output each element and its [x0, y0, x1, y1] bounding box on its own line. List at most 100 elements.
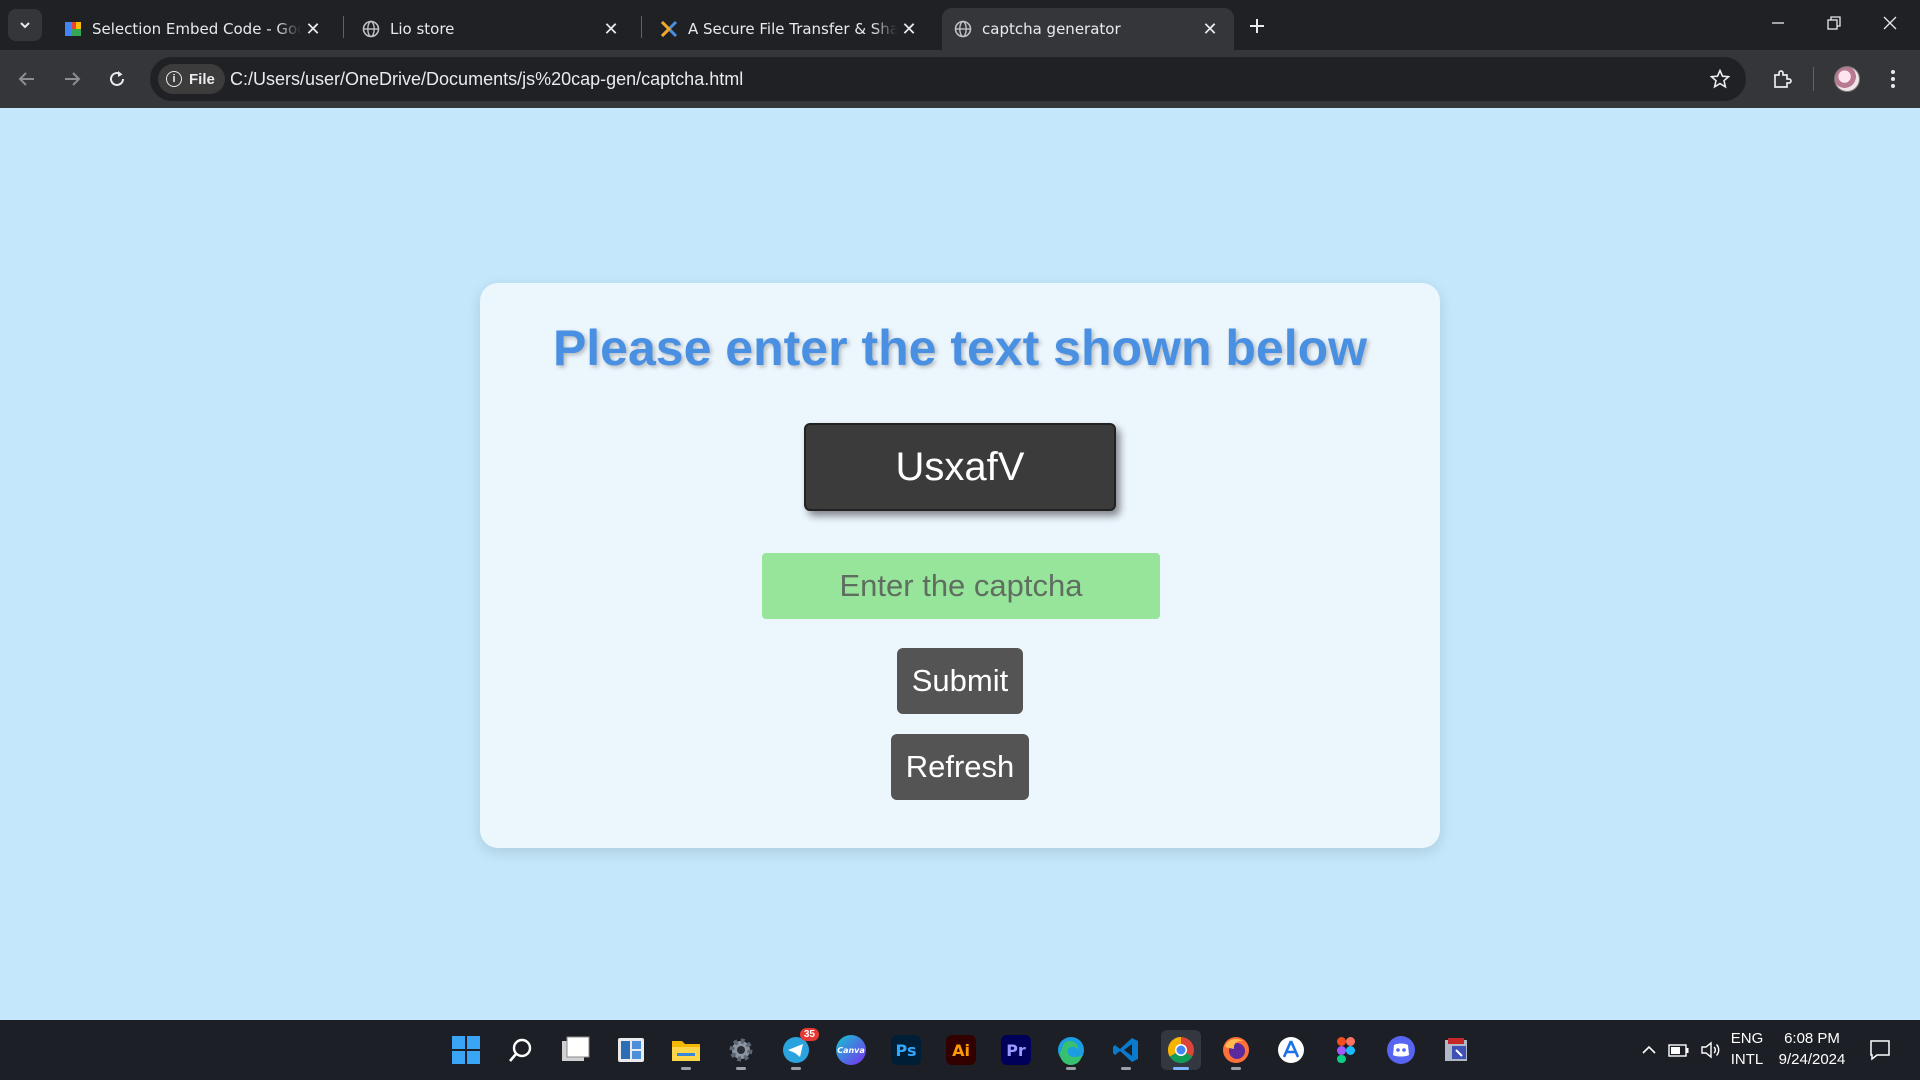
captcha-card: Please enter the text shown below UsxafV…: [480, 283, 1440, 848]
folder-icon: [672, 1041, 700, 1061]
running-indicator: [1231, 1067, 1241, 1070]
notification-center-button[interactable]: [1860, 1030, 1900, 1070]
battery-icon: [1668, 1044, 1689, 1057]
taskbar-file-explorer[interactable]: [666, 1030, 706, 1070]
tab-close-icon[interactable]: ✕: [599, 17, 623, 41]
tab-separator: [343, 16, 344, 38]
running-indicator: [1066, 1067, 1076, 1070]
task-view-icon: [562, 1036, 590, 1061]
site-info-chip[interactable]: i File: [158, 64, 225, 94]
transfer-icon: [660, 20, 678, 38]
tab-title: Selection Embed Code - Google: [92, 20, 301, 38]
taskbar-vscode[interactable]: [1106, 1030, 1146, 1070]
discord-icon: [1387, 1036, 1415, 1064]
chevron-up-icon: [1642, 1045, 1656, 1054]
browser-menu-button[interactable]: [1876, 62, 1910, 96]
taskbar-firefox[interactable]: [1216, 1030, 1256, 1070]
site-info-label: File: [189, 70, 215, 88]
restore-button[interactable]: [1806, 0, 1862, 46]
notification-badge: 35: [799, 1028, 819, 1041]
running-indicator: [736, 1067, 746, 1070]
premiere-pro-icon: Pr: [1001, 1035, 1031, 1065]
url-text[interactable]: C:/Users/user/OneDrive/Documents/js%20ca…: [230, 69, 743, 90]
taskbar-settings[interactable]: [721, 1030, 761, 1070]
search-icon: [509, 1038, 532, 1062]
tab-strip: Selection Embed Code - Google ✕ Lio stor…: [0, 0, 1920, 50]
minimize-button[interactable]: [1750, 0, 1806, 46]
page-title: Please enter the text shown below: [552, 320, 1368, 376]
captcha-input[interactable]: [762, 553, 1160, 619]
more-vertical-icon: [1891, 70, 1895, 88]
forward-button[interactable]: [55, 62, 89, 96]
edge-icon: [1058, 1037, 1084, 1065]
browser-toolbar: i File C:/Users/user/OneDrive/Documents/…: [0, 50, 1920, 108]
minimize-icon: [1772, 22, 1784, 24]
extensions-button[interactable]: [1765, 62, 1799, 96]
widgets-icon: [618, 1038, 644, 1062]
chrome-icon: [1167, 1036, 1194, 1064]
taskbar-chrome[interactable]: [1161, 1030, 1201, 1070]
tab-title: Lio store: [390, 20, 455, 38]
tab-close-icon[interactable]: ✕: [1198, 17, 1222, 41]
taskbar-premiere-pro[interactable]: Pr: [996, 1030, 1036, 1070]
new-tab-button[interactable]: [1242, 11, 1272, 41]
tab-search-button[interactable]: [8, 9, 42, 41]
widgets-button[interactable]: [611, 1030, 651, 1070]
tab-close-icon[interactable]: ✕: [301, 17, 325, 41]
captcha-display: UsxafV: [804, 423, 1116, 511]
task-view-button[interactable]: [556, 1030, 596, 1070]
illustrator-icon: Ai: [946, 1035, 976, 1065]
chevron-down-icon: [20, 22, 30, 29]
tab-lio-store[interactable]: Lio store ✕: [350, 8, 635, 50]
arrow-left-icon: [18, 72, 34, 86]
puzzle-icon: [1774, 70, 1792, 88]
vscode-icon: [1113, 1038, 1138, 1062]
clock[interactable]: 6:08 PM 9/24/2024: [1770, 1028, 1854, 1070]
notification-icon: [1870, 1040, 1890, 1061]
taskbar-search[interactable]: [501, 1030, 541, 1070]
windows-logo-icon: [452, 1036, 480, 1064]
star-icon: [1710, 69, 1730, 89]
taskbar-canva[interactable]: Canva: [831, 1030, 871, 1070]
close-icon: [1883, 16, 1897, 30]
app-store-icon: [1278, 1037, 1304, 1063]
taskbar-figma[interactable]: [1326, 1030, 1366, 1070]
tab-title: A Secure File Transfer & Share A: [688, 20, 897, 38]
taskbar-illustrator[interactable]: Ai: [941, 1030, 981, 1070]
clock-date: 9/24/2024: [1778, 1051, 1846, 1068]
submit-button[interactable]: Submit: [897, 648, 1023, 714]
google-sites-icon: [64, 20, 82, 38]
address-bar[interactable]: i File C:/Users/user/OneDrive/Documents/…: [150, 57, 1746, 101]
language-code: ENG: [1730, 1030, 1764, 1047]
plus-icon: [1250, 19, 1264, 33]
globe-icon: [954, 20, 972, 38]
back-button[interactable]: [10, 62, 44, 96]
tab-secure-file-transfer[interactable]: A Secure File Transfer & Share A ✕: [648, 8, 933, 50]
running-indicator: [681, 1067, 691, 1070]
tab-title: captcha generator: [982, 20, 1121, 38]
refresh-button[interactable]: Refresh: [891, 734, 1029, 800]
start-button[interactable]: [446, 1030, 486, 1070]
input-language-indicator[interactable]: ENG INTL: [1726, 1028, 1768, 1070]
tab-close-icon[interactable]: ✕: [897, 17, 921, 41]
taskbar-archive-app[interactable]: [1436, 1030, 1476, 1070]
photoshop-icon: Ps: [891, 1035, 921, 1065]
windows-taskbar: 35 Canva Ps Ai Pr ENG INTL 6:08 PM 9/24/…: [0, 1020, 1920, 1080]
restore-icon: [1827, 16, 1841, 30]
taskbar-telegram[interactable]: 35: [776, 1028, 819, 1070]
tab-selection-embed[interactable]: Selection Embed Code - Google ✕: [52, 8, 337, 50]
taskbar-photoshop[interactable]: Ps: [886, 1030, 926, 1070]
tab-captcha-generator[interactable]: captcha generator ✕: [942, 8, 1234, 50]
bookmark-star-button[interactable]: [1708, 67, 1732, 91]
taskbar-app-store[interactable]: [1271, 1030, 1311, 1070]
taskbar-edge[interactable]: [1051, 1030, 1091, 1070]
taskbar-discord[interactable]: [1381, 1030, 1421, 1070]
running-indicator: [791, 1067, 801, 1070]
close-window-button[interactable]: [1862, 0, 1918, 46]
firefox-icon: [1223, 1037, 1249, 1063]
reload-button[interactable]: [100, 62, 134, 96]
avatar: [1834, 66, 1860, 92]
volume-button[interactable]: [1691, 1030, 1731, 1070]
archive-icon: [1445, 1038, 1467, 1061]
profile-button[interactable]: [1830, 62, 1864, 96]
